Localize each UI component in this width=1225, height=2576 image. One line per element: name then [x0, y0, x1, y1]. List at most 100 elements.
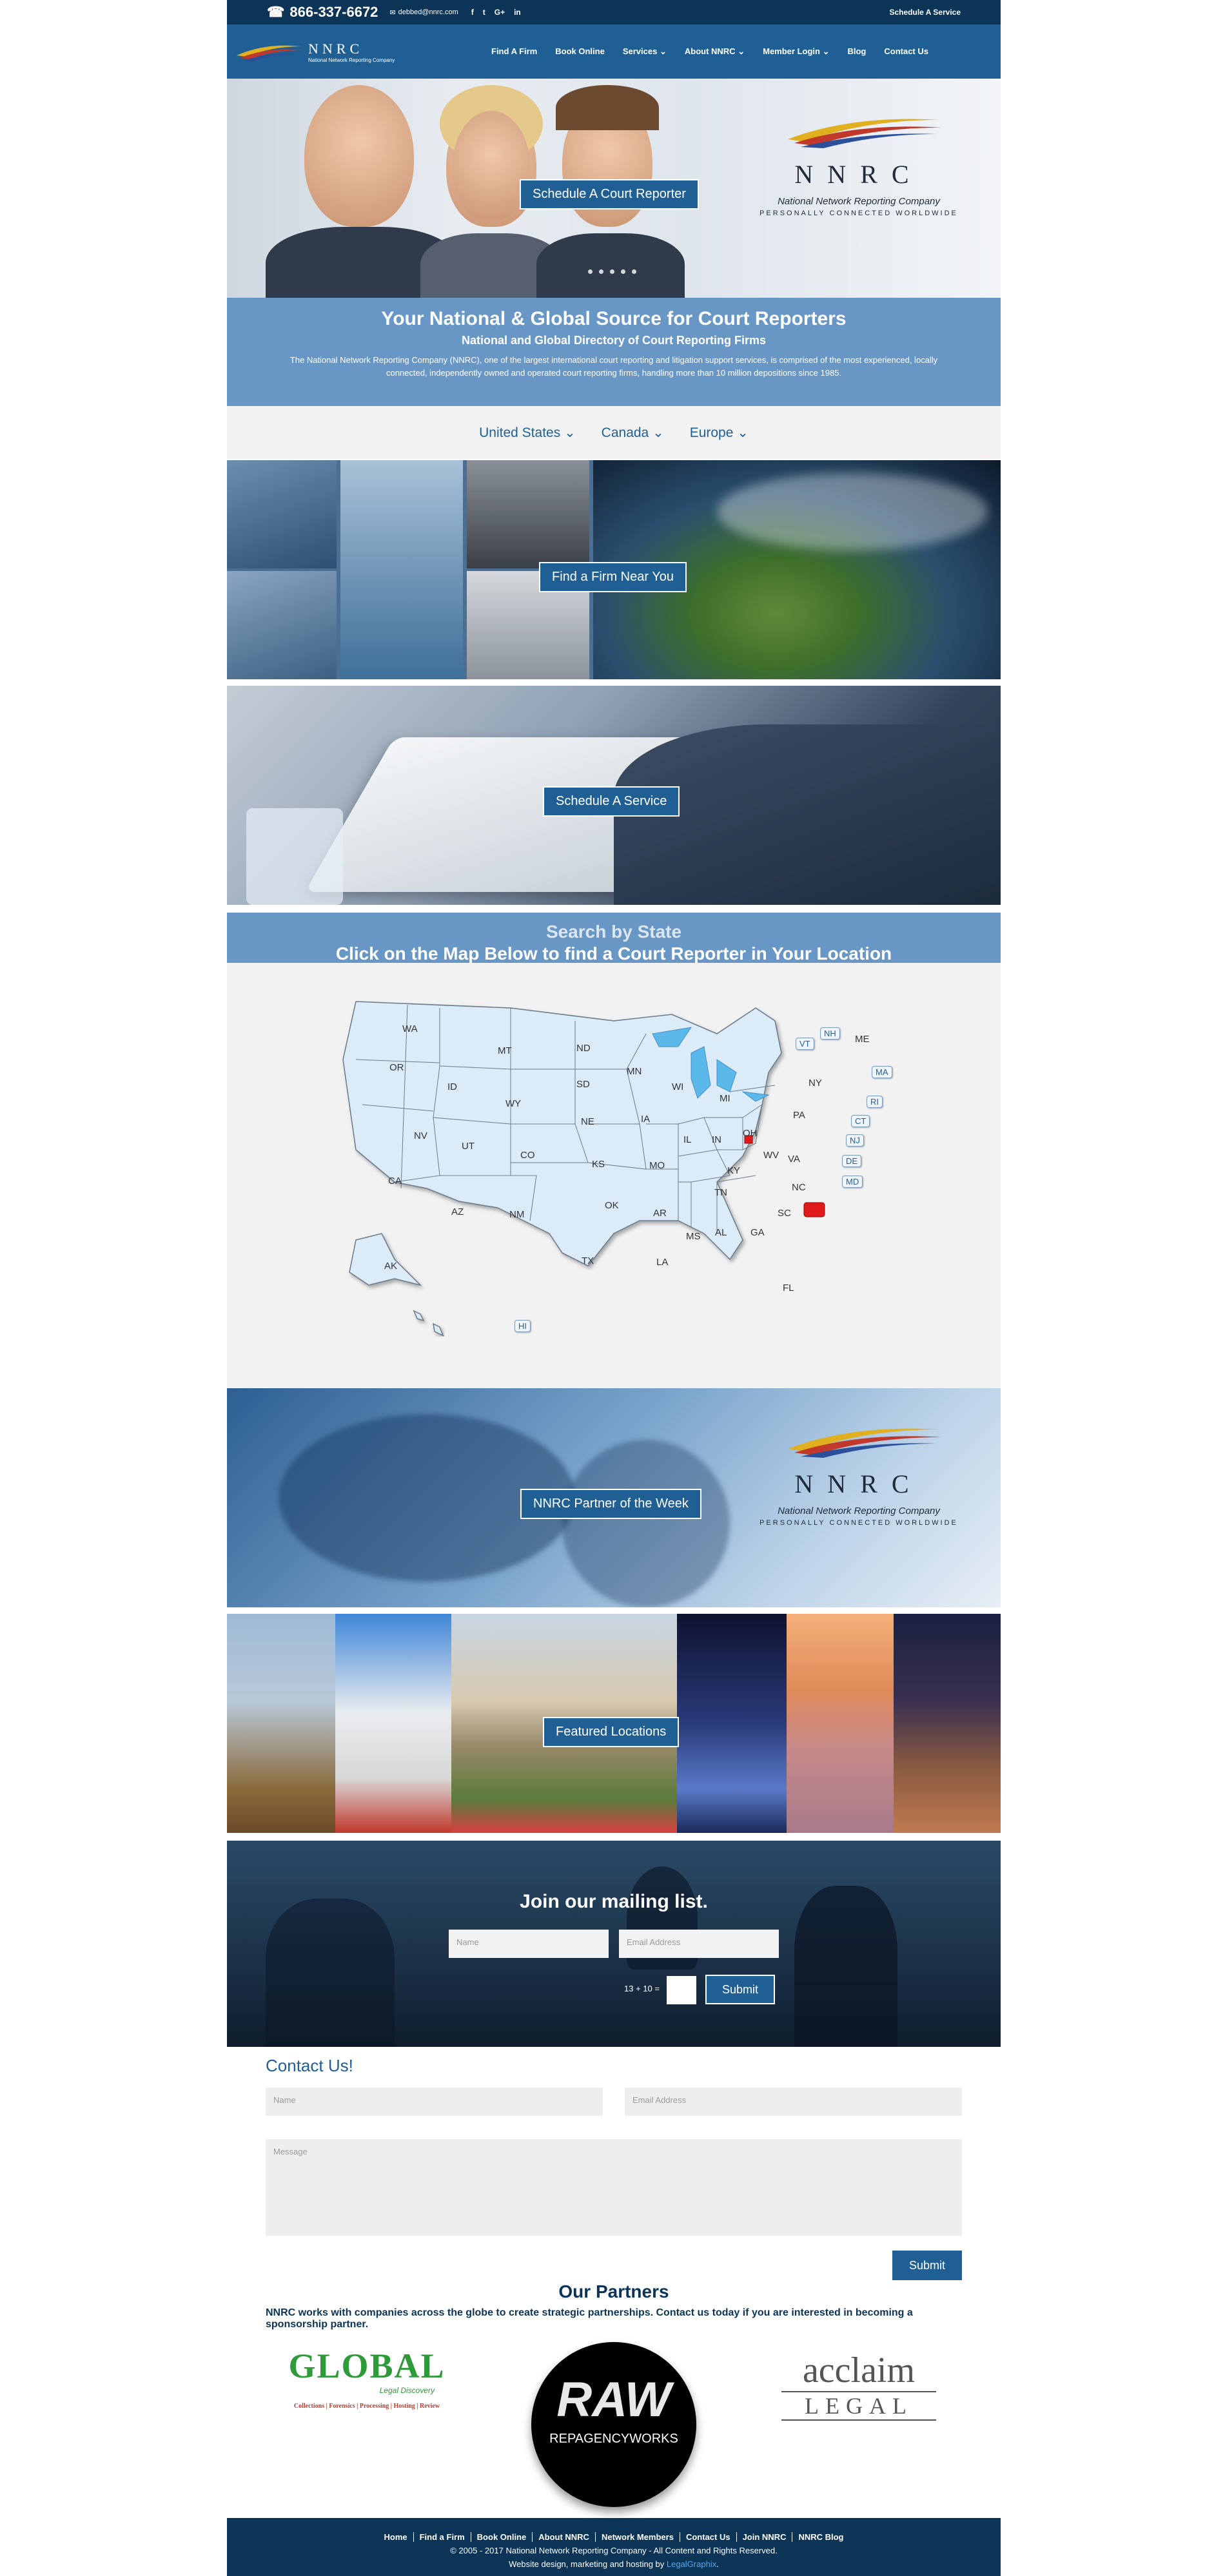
state-id[interactable]: ID — [447, 1081, 457, 1092]
state-va[interactable]: VA — [788, 1154, 800, 1165]
slider-dots[interactable] — [588, 269, 636, 274]
state-tag-ri[interactable]: RI — [867, 1096, 883, 1108]
state-tag-nh[interactable]: NH — [820, 1027, 840, 1040]
state-tag-vt[interactable]: VT — [796, 1038, 814, 1050]
state-mt[interactable]: MT — [498, 1045, 512, 1056]
us-state-map[interactable] — [227, 963, 1001, 1388]
state-ks[interactable]: KS — [592, 1159, 605, 1170]
find-firm-button[interactable]: Find a Firm Near You — [539, 562, 687, 592]
schedule-court-reporter-button[interactable]: Schedule A Court Reporter — [520, 179, 699, 209]
footer-home-link[interactable]: Home — [378, 2532, 414, 2542]
footer-about-link[interactable]: About NNRC — [533, 2532, 596, 2542]
brand-tagline: National Network Reporting Company — [308, 57, 395, 63]
state-tag-hi[interactable]: HI — [514, 1320, 531, 1332]
state-nv[interactable]: NV — [414, 1130, 427, 1141]
state-il[interactable]: IL — [683, 1134, 692, 1145]
state-ny[interactable]: NY — [808, 1078, 822, 1089]
email-link[interactable]: ✉ debbed@nnrc.com — [389, 8, 458, 17]
footer-book-online-link[interactable]: Book Online — [471, 2532, 533, 2542]
phone-number[interactable]: ☎ 866-337-6672 — [267, 4, 378, 21]
state-ca[interactable]: CA — [388, 1176, 402, 1186]
state-ky[interactable]: KY — [727, 1165, 740, 1176]
linkedin-icon[interactable]: in — [514, 8, 521, 17]
twitter-icon[interactable]: t — [483, 8, 485, 17]
state-co[interactable]: CO — [520, 1150, 535, 1161]
acclaim-legal-logo[interactable]: acclaim LEGAL — [762, 2352, 956, 2423]
state-ms[interactable]: MS — [686, 1231, 701, 1242]
legalgraphix-link[interactable]: LegalGraphix — [667, 2559, 716, 2569]
state-mn[interactable]: MN — [627, 1066, 642, 1077]
state-ga[interactable]: GA — [750, 1227, 765, 1238]
schedule-service-button[interactable]: Schedule A Service — [543, 786, 680, 817]
state-tag-ma[interactable]: MA — [872, 1066, 892, 1078]
state-wy[interactable]: WY — [505, 1098, 521, 1109]
featured-locations-button[interactable]: Featured Locations — [543, 1717, 680, 1747]
state-in[interactable]: IN — [712, 1134, 721, 1145]
nav-contact[interactable]: Contact Us — [884, 46, 928, 57]
state-tag-ct[interactable]: CT — [851, 1115, 870, 1127]
state-wi[interactable]: WI — [672, 1081, 683, 1092]
captcha-input[interactable] — [667, 1976, 696, 2004]
state-tn[interactable]: TN — [714, 1187, 727, 1198]
state-pa[interactable]: PA — [793, 1110, 805, 1121]
footer-blog-link[interactable]: NNRC Blog — [792, 2532, 849, 2542]
nav-member-login[interactable]: Member Login ⌄ — [763, 46, 829, 57]
state-tx[interactable]: TX — [582, 1255, 594, 1266]
state-or[interactable]: OR — [389, 1062, 404, 1073]
state-nc[interactable]: NC — [792, 1182, 806, 1193]
nav-about[interactable]: About NNRC ⌄ — [685, 46, 745, 57]
contact-message-input[interactable]: Message — [266, 2139, 962, 2236]
nav-find-a-firm[interactable]: Find A Firm — [491, 46, 537, 57]
state-ut[interactable]: UT — [462, 1141, 475, 1152]
state-sc[interactable]: SC — [778, 1208, 791, 1219]
nav-book-online[interactable]: Book Online — [555, 46, 605, 57]
state-tag-de[interactable]: DE — [842, 1155, 862, 1167]
mailing-submit-button[interactable]: Submit — [705, 1975, 775, 2004]
state-az[interactable]: AZ — [451, 1206, 464, 1217]
contact-name-input[interactable]: Name — [266, 2087, 603, 2116]
global-legal-logo[interactable]: GLOBAL Legal Discovery Collections | For… — [273, 2346, 460, 2436]
partner-of-week-button[interactable]: NNRC Partner of the Week — [520, 1489, 701, 1519]
state-ok[interactable]: OK — [605, 1200, 619, 1211]
state-sd[interactable]: SD — [576, 1079, 590, 1090]
state-al[interactable]: AL — [715, 1227, 727, 1238]
state-ne[interactable]: NE — [581, 1116, 594, 1127]
region-canada[interactable]: Canada ⌄ — [602, 425, 664, 441]
facebook-icon[interactable]: f — [471, 8, 474, 17]
contact-submit-button[interactable]: Submit — [892, 2251, 962, 2280]
partner-of-week-banner: NNRC Partner of the Week NNRC National N… — [227, 1388, 1001, 1607]
state-mo[interactable]: MO — [649, 1160, 665, 1171]
search-by-state-subtitle: Click on the Map Below to find a Court R… — [335, 944, 892, 964]
region-united-states[interactable]: United States ⌄ — [479, 425, 576, 441]
site-logo[interactable]: NNRC National Network Reporting Company — [233, 40, 466, 63]
footer-join-link[interactable]: Join NNRC — [737, 2532, 793, 2542]
state-tag-md[interactable]: MD — [842, 1176, 863, 1188]
state-ia[interactable]: IA — [641, 1114, 650, 1125]
nnrc-logo: NNRC National Network Reporting Company … — [756, 111, 962, 217]
intro-subtitle: National and Global Directory of Court R… — [461, 334, 767, 347]
contact-email-input[interactable]: Email Address — [625, 2087, 962, 2116]
google-plus-icon[interactable]: G+ — [495, 8, 505, 17]
region-europe[interactable]: Europe ⌄ — [690, 425, 749, 441]
state-la[interactable]: LA — [656, 1257, 668, 1268]
nav-services[interactable]: Services ⌄ — [623, 46, 667, 57]
state-ak[interactable]: AK — [384, 1261, 397, 1272]
state-nd[interactable]: ND — [576, 1043, 591, 1054]
state-me[interactable]: ME — [855, 1034, 870, 1045]
schedule-service-link[interactable]: Schedule A Service — [890, 8, 961, 17]
footer-network-members-link[interactable]: Network Members — [596, 2532, 680, 2542]
footer-find-firm-link[interactable]: Find a Firm — [414, 2532, 471, 2542]
mailing-email-input[interactable]: Email Address — [619, 1930, 779, 1958]
state-mi[interactable]: MI — [720, 1093, 730, 1104]
state-oh[interactable]: OH — [743, 1128, 758, 1139]
state-fl[interactable]: FL — [783, 1283, 794, 1293]
state-wv[interactable]: WV — [763, 1150, 779, 1161]
footer-contact-link[interactable]: Contact Us — [680, 2532, 737, 2542]
raw-repagencyworks-logo[interactable]: RAW REPAGENCYWORKS — [531, 2342, 696, 2507]
mailing-name-input[interactable]: Name — [449, 1930, 609, 1958]
nav-blog[interactable]: Blog — [847, 46, 866, 57]
state-wa[interactable]: WA — [402, 1023, 418, 1034]
state-ar[interactable]: AR — [653, 1208, 667, 1219]
state-nm[interactable]: NM — [509, 1209, 524, 1220]
state-tag-nj[interactable]: NJ — [846, 1134, 864, 1147]
